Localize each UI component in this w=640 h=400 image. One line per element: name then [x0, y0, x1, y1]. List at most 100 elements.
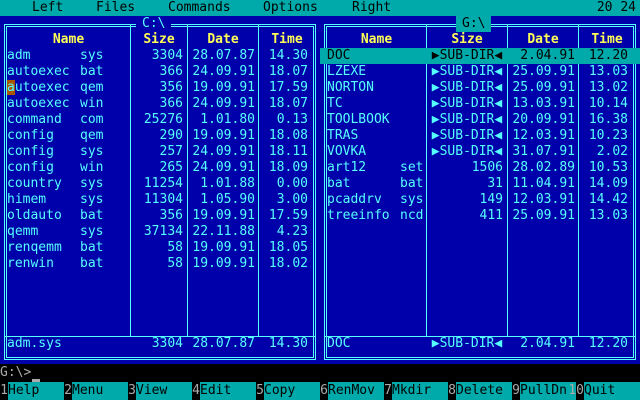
fkey-number: 5	[256, 383, 264, 398]
left-panel[interactable]: C:\ Name Size Date Time adm sys 3304 28.07.…	[0, 16, 320, 364]
file-row[interactable]: TC ▶SUB-DIR◀ 13.03.91 10.14	[320, 96, 640, 112]
file-size: 366	[159, 96, 183, 111]
file-date: 1.05.90	[200, 192, 255, 207]
file-row[interactable]: NORTON ▶SUB-DIR◀ 25.09.91 13.02	[320, 80, 640, 96]
file-name: renwin	[7, 256, 54, 271]
fkey-view[interactable]: 3 View	[128, 382, 192, 400]
fkey-copy[interactable]: 5 Copy	[256, 382, 320, 400]
file-row[interactable]: config qem 290 19.09.91 18.08	[0, 128, 320, 144]
file-date: 28.07.87	[192, 48, 255, 63]
menu-options[interactable]: Options	[263, 0, 318, 16]
file-row[interactable]: bat bat 31 11.04.91 14.09	[320, 176, 640, 192]
file-date: 19.09.91	[192, 80, 255, 95]
file-time: 14.42	[588, 192, 628, 207]
file-row[interactable]: qemm sys 37134 22.11.88 4.23	[0, 224, 320, 240]
file-time: 18.07	[268, 96, 308, 111]
fkey-edit[interactable]: 4 Edit	[192, 382, 256, 400]
fkey-quit[interactable]: 10 Quit	[568, 382, 640, 400]
column-header-name: Name	[360, 32, 393, 47]
file-size: 58	[167, 256, 183, 271]
function-key-bar: 1 Help 2 Menu 3 View 4 Edit 5 Copy 6 RenMov 7 Mkdir 8 D…	[0, 382, 640, 400]
file-row[interactable]: VOVKA ▶SUB-DIR◀ 31.07.91 2.02	[320, 144, 640, 160]
file-date: 1.01.88	[200, 176, 255, 191]
file-row[interactable]: autoexec win 366 24.09.91 18.07	[0, 96, 320, 112]
fkey-number: 3	[128, 383, 136, 398]
menu-files[interactable]: Files	[96, 0, 135, 16]
file-row[interactable]: country sys 11254 1.01.88 0.00	[0, 176, 320, 192]
menu-commands[interactable]: Commands	[168, 0, 231, 16]
file-date: 19.09.91	[192, 208, 255, 223]
right-panel-title: G:\	[456, 16, 492, 32]
file-row[interactable]: treeinfo ncd 411 25.09.91 13.03	[320, 208, 640, 224]
right-panel[interactable]: G:\ Name Size Date Time DOC ▶SUB-DIR◀ 2.04…	[320, 16, 640, 364]
column-header-date: Date	[207, 32, 239, 47]
file-name: autoexec	[7, 80, 70, 95]
file-size: 11304	[143, 192, 183, 207]
fkey-help[interactable]: 1 Help	[0, 382, 64, 400]
status-time: 12.20	[588, 336, 628, 351]
file-ext: win	[80, 96, 104, 111]
file-time: 4.23	[276, 224, 308, 239]
file-ext: bat	[80, 64, 104, 79]
file-row[interactable]: renwin bat 58 19.09.91 18.02	[0, 256, 320, 272]
file-date: 13.03.91	[512, 96, 575, 111]
status-name: DOC	[327, 336, 351, 351]
status-name: adm.sys	[7, 336, 62, 351]
menu-left[interactable]: Left	[32, 0, 63, 16]
file-time: 3.00	[276, 192, 308, 207]
file-row[interactable]: TOOLBOOK ▶SUB-DIR◀ 20.09.91 16.38	[320, 112, 640, 128]
file-date: 24.09.91	[192, 144, 255, 159]
file-row[interactable]: DOC ▶SUB-DIR◀ 2.04.91 12.20	[320, 48, 640, 64]
file-row[interactable]: adm sys 3304 28.07.87 14.30	[0, 48, 320, 64]
file-time: 0.00	[276, 176, 308, 191]
fkey-label: Edit	[200, 382, 256, 400]
fkey-menu[interactable]: 2 Menu	[64, 382, 128, 400]
file-name: autoexec	[7, 96, 70, 111]
status-size: ▶SUB-DIR◀	[431, 336, 503, 351]
column-header-size: Size	[451, 32, 483, 47]
file-name: country	[7, 176, 62, 191]
file-row[interactable]: oldauto bat 356 19.09.91 17.59	[0, 208, 320, 224]
file-time: 18.09	[268, 160, 308, 175]
file-ext: sys	[80, 176, 104, 191]
fkey-pulldn[interactable]: 9 PullDn	[512, 382, 576, 400]
file-time: 18.11	[268, 144, 308, 159]
file-row[interactable]: config win 265 24.09.91 18.09	[0, 160, 320, 176]
fkey-delete[interactable]: 8 Delete	[448, 382, 512, 400]
fkey-label: Copy	[264, 382, 320, 400]
file-time: 13.03	[588, 64, 628, 79]
fkey-renmov[interactable]: 6 RenMov	[320, 382, 384, 400]
fkey-number: 2	[64, 383, 72, 398]
file-ext	[400, 112, 427, 128]
fkey-number: 10	[568, 383, 584, 398]
file-row[interactable]: TRAS ▶SUB-DIR◀ 12.03.91 10.23	[320, 128, 640, 144]
file-time: 18.05	[268, 240, 308, 255]
menu-right[interactable]: Right	[352, 0, 391, 16]
file-time: 17.59	[268, 208, 308, 223]
command-line[interactable]: G:\>	[0, 364, 640, 382]
file-name: config	[7, 128, 54, 143]
file-ext: sys	[80, 48, 104, 63]
file-row[interactable]: LZEXE ▶SUB-DIR◀ 25.09.91 13.03	[320, 64, 640, 80]
fkey-label: Delete	[456, 382, 512, 400]
file-row[interactable]: autoexec qem 356 19.09.91 17.59	[0, 80, 320, 96]
file-size: ▶SUB-DIR◀	[431, 48, 503, 63]
file-row[interactable]: pcaddrv sys 149 12.03.91 14.42	[320, 192, 640, 208]
fkey-mkdir[interactable]: 7 Mkdir	[384, 382, 448, 400]
file-row[interactable]: command com 25276 1.01.80 0.13	[0, 112, 320, 128]
file-date: 24.09.91	[192, 160, 255, 175]
file-row[interactable]: himem sys 11304 1.05.90 3.00	[0, 192, 320, 208]
file-size: 3304	[151, 48, 183, 63]
file-name: NORTON	[327, 80, 374, 95]
file-name: himem	[7, 192, 47, 207]
file-name: autoexec	[7, 64, 70, 79]
column-header-time: Time	[591, 32, 623, 47]
file-name: art12	[327, 160, 367, 175]
file-row[interactable]: art12 set 1506 28.02.89 10.53	[320, 160, 640, 176]
fkey-number: 1	[0, 383, 8, 398]
file-size: ▶SUB-DIR◀	[431, 144, 503, 159]
fkey-label: RenMov	[328, 382, 384, 400]
file-row[interactable]: renqemm bat 58 19.09.91 18.05	[0, 240, 320, 256]
file-row[interactable]: config sys 257 24.09.91 18.11	[0, 144, 320, 160]
file-row[interactable]: autoexec bat 366 24.09.91 18.07	[0, 64, 320, 80]
